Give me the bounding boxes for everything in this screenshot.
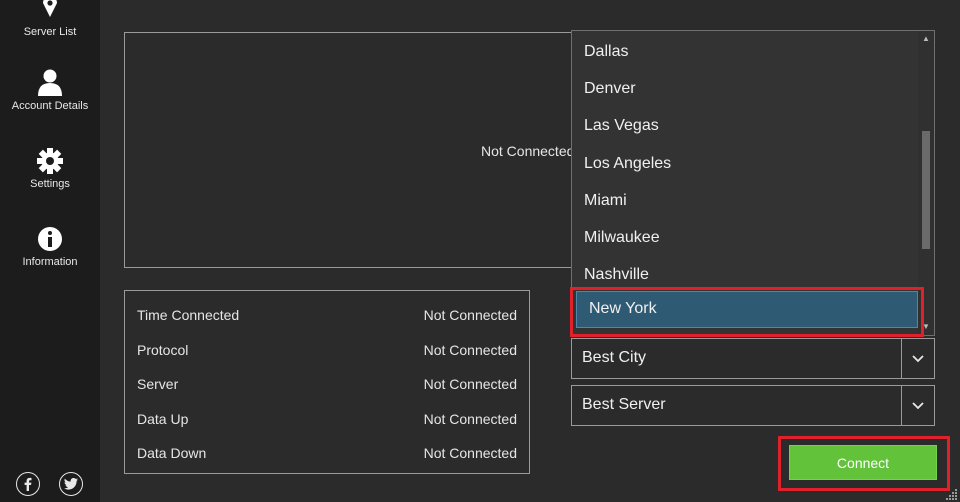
facebook-button[interactable] (16, 472, 40, 496)
gear-icon (37, 148, 63, 174)
row-label: Time Connected (137, 307, 240, 323)
connection-info-table: Time Connected Not Connected Protocol No… (124, 290, 530, 474)
city-option-milwaukee[interactable]: Milwaukee (572, 227, 917, 264)
server-select-toggle[interactable] (901, 386, 934, 425)
row-label: Data Down (137, 445, 207, 461)
city-select-toggle[interactable] (901, 339, 934, 378)
row-label: Server (137, 376, 179, 392)
connection-status-panel: Not Connected (124, 32, 574, 268)
sidebar-item-label: Account Details (11, 100, 89, 112)
city-option-miami[interactable]: Miami (572, 190, 917, 227)
user-icon (38, 69, 62, 96)
sidebar-item-settings[interactable]: Settings (0, 148, 100, 190)
resize-grip-icon[interactable] (946, 488, 958, 500)
table-row: Data Up Not Connected (137, 411, 517, 431)
sidebar-item-label: Settings (30, 178, 70, 190)
server-select[interactable]: Best Server (571, 385, 935, 426)
row-value: Not Connected (423, 411, 517, 427)
scroll-thumb[interactable] (922, 131, 930, 249)
city-select[interactable]: Best City (571, 338, 935, 379)
server-select-value: Best Server (582, 396, 666, 413)
facebook-icon (24, 477, 32, 491)
table-row: Data Down Not Connected (137, 445, 517, 465)
sidebar-item-information[interactable]: Information (0, 226, 100, 268)
twitter-icon (64, 478, 78, 490)
sidebar-item-server-list[interactable]: Server List (0, 0, 100, 38)
row-label: Data Up (137, 411, 189, 427)
twitter-button[interactable] (59, 472, 83, 496)
info-icon (38, 227, 62, 251)
city-option-dallas[interactable]: Dallas (572, 41, 917, 78)
row-value: Not Connected (423, 342, 517, 358)
table-row: Server Not Connected (137, 376, 517, 396)
row-value: Not Connected (423, 307, 517, 323)
chevron-down-icon (912, 354, 924, 362)
connect-button[interactable]: Connect (789, 445, 937, 480)
location-pin-icon (43, 0, 57, 17)
sidebar-item-account-details[interactable]: Account Details (0, 68, 100, 112)
row-value: Not Connected (423, 445, 517, 461)
city-option-denver[interactable]: Denver (572, 78, 917, 115)
table-row: Time Connected Not Connected (137, 307, 517, 327)
scroll-up-arrow-icon[interactable]: ▲ (918, 33, 934, 45)
sidebar-item-label: Server List (23, 26, 77, 38)
sidebar: Server List Account Details Settings Inf… (0, 0, 100, 502)
city-option-las-vegas[interactable]: Las Vegas (572, 115, 917, 152)
new-york-highlight-box (570, 287, 924, 337)
row-label: Protocol (137, 342, 189, 358)
row-value: Not Connected (423, 376, 517, 392)
city-option-los-angeles[interactable]: Los Angeles (572, 153, 917, 190)
table-row: Protocol Not Connected (137, 342, 517, 362)
chevron-down-icon (912, 401, 924, 409)
connection-status-text: Not Connected (481, 143, 574, 159)
sidebar-item-label: Information (22, 256, 78, 268)
city-select-value: Best City (582, 349, 647, 366)
